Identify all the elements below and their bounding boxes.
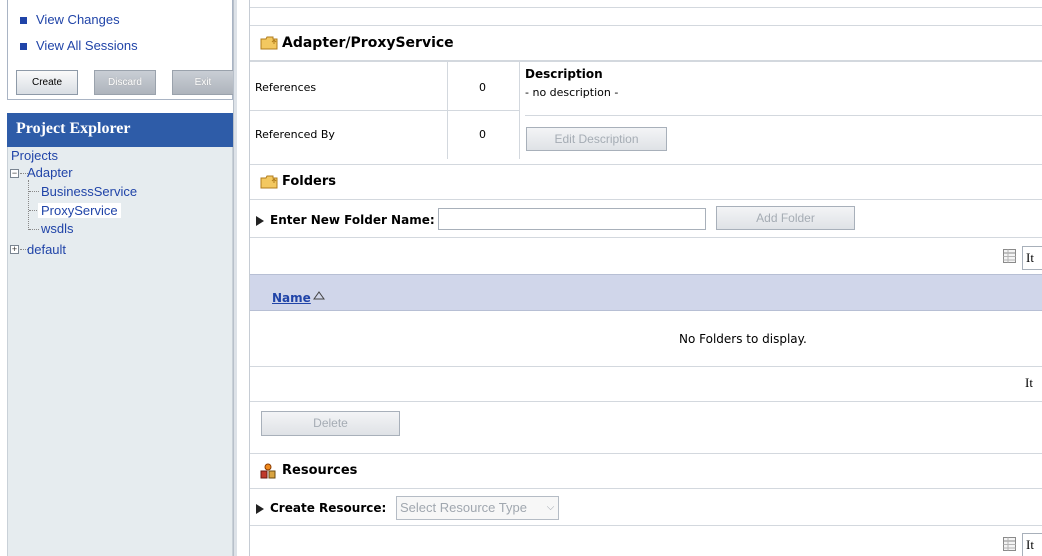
discard-button[interactable]: Discard — [94, 70, 156, 95]
resources-section-header: Resources — [250, 453, 1042, 489]
edit-description-button[interactable]: Edit Description — [526, 127, 667, 151]
view-all-sessions-link[interactable]: View All Sessions — [20, 38, 138, 53]
tree-connector — [29, 191, 39, 192]
tree-item-projects[interactable]: Projects — [11, 148, 58, 163]
folder-icon — [260, 175, 278, 189]
folders-section-header: Folders — [250, 164, 1042, 200]
tree-item-label: wsdls — [41, 221, 74, 236]
sort-ascending-icon[interactable] — [313, 291, 325, 300]
tree-item-label: ProxyService — [38, 203, 121, 218]
tree-item-label: default — [27, 242, 67, 257]
expand-icon[interactable]: + — [10, 245, 19, 254]
page-title: Adapter/ProxyService — [282, 35, 454, 51]
referenced-by-label: Referenced By — [255, 128, 335, 141]
items-per-page-select[interactable]: It — [1022, 246, 1042, 270]
divider — [525, 115, 1042, 116]
resource-type-select[interactable]: Select Resource Type ⌵ — [396, 496, 559, 520]
tree-connector — [29, 229, 39, 230]
pane-divider[interactable] — [233, 0, 237, 556]
exit-button[interactable]: Exit — [172, 70, 234, 95]
tree-item-label: Projects — [11, 148, 58, 163]
table-icon[interactable] — [1003, 537, 1016, 551]
folders-table-header — [250, 274, 1042, 311]
tree-item-proxy-service[interactable]: ProxyService — [38, 203, 121, 218]
description-text: - no description - — [525, 86, 619, 99]
top-border — [250, 0, 1042, 8]
add-folder-button[interactable]: Add Folder — [716, 206, 855, 230]
project-explorer-tree: Projects − Adapter BusinessService Proxy… — [7, 147, 233, 556]
folders-empty-message: No Folders to display. — [679, 332, 807, 346]
divider — [250, 401, 1042, 402]
tree-item-label: Adapter — [27, 165, 73, 180]
resource-type-value: Select Resource Type — [400, 500, 527, 515]
collapse-icon[interactable]: − — [10, 169, 19, 178]
tree-item-label: BusinessService — [41, 184, 138, 199]
create-resource-label: Create Resource: — [270, 501, 387, 515]
delete-button[interactable]: Delete — [261, 411, 400, 436]
table-icon[interactable] — [1003, 249, 1016, 263]
referenced-by-count[interactable]: 0 — [479, 128, 486, 141]
new-folder-name-input[interactable] — [438, 208, 706, 230]
tree-item-business-service[interactable]: BusinessService — [41, 184, 137, 199]
divider — [250, 237, 1042, 238]
folders-title: Folders — [282, 174, 337, 189]
main-panel: Adapter/ProxyService References 0 Refere… — [249, 0, 1042, 556]
divider — [250, 110, 520, 111]
expand-triangle-icon[interactable] — [256, 504, 264, 514]
name-column-header[interactable]: Name — [272, 291, 311, 305]
tree-item-default[interactable]: default — [27, 242, 66, 257]
tree-item-adapter[interactable]: Adapter — [27, 165, 73, 180]
project-title-bar: Adapter/ProxyService — [250, 25, 1042, 61]
resources-icon — [260, 463, 276, 479]
chevron-down-icon[interactable]: ⌵ — [543, 499, 558, 517]
new-folder-label: Enter New Folder Name: — [270, 213, 435, 227]
divider — [250, 366, 1042, 367]
items-per-page-select[interactable]: It — [1022, 372, 1042, 396]
references-count[interactable]: 0 — [479, 81, 486, 94]
items-per-page-select[interactable]: It — [1022, 533, 1042, 556]
references-label: References — [255, 81, 317, 94]
tree-item-wsdls[interactable]: wsdls — [41, 221, 74, 236]
description-heading: Description — [525, 67, 603, 81]
change-center-panel: View Changes View All Sessions Create Di… — [7, 0, 234, 100]
folder-icon — [260, 36, 278, 50]
sidebar: View Changes View All Sessions Create Di… — [0, 0, 237, 556]
tree-connector — [28, 180, 29, 230]
divider — [250, 525, 1042, 526]
resources-title: Resources — [282, 463, 358, 478]
project-explorer-title: Project Explorer — [7, 113, 233, 147]
divider — [250, 61, 1042, 62]
create-button[interactable]: Create — [16, 70, 78, 95]
view-changes-link[interactable]: View Changes — [20, 12, 120, 27]
expand-triangle-icon[interactable] — [256, 216, 264, 226]
session-buttons: Create Discard Exit — [16, 70, 234, 96]
